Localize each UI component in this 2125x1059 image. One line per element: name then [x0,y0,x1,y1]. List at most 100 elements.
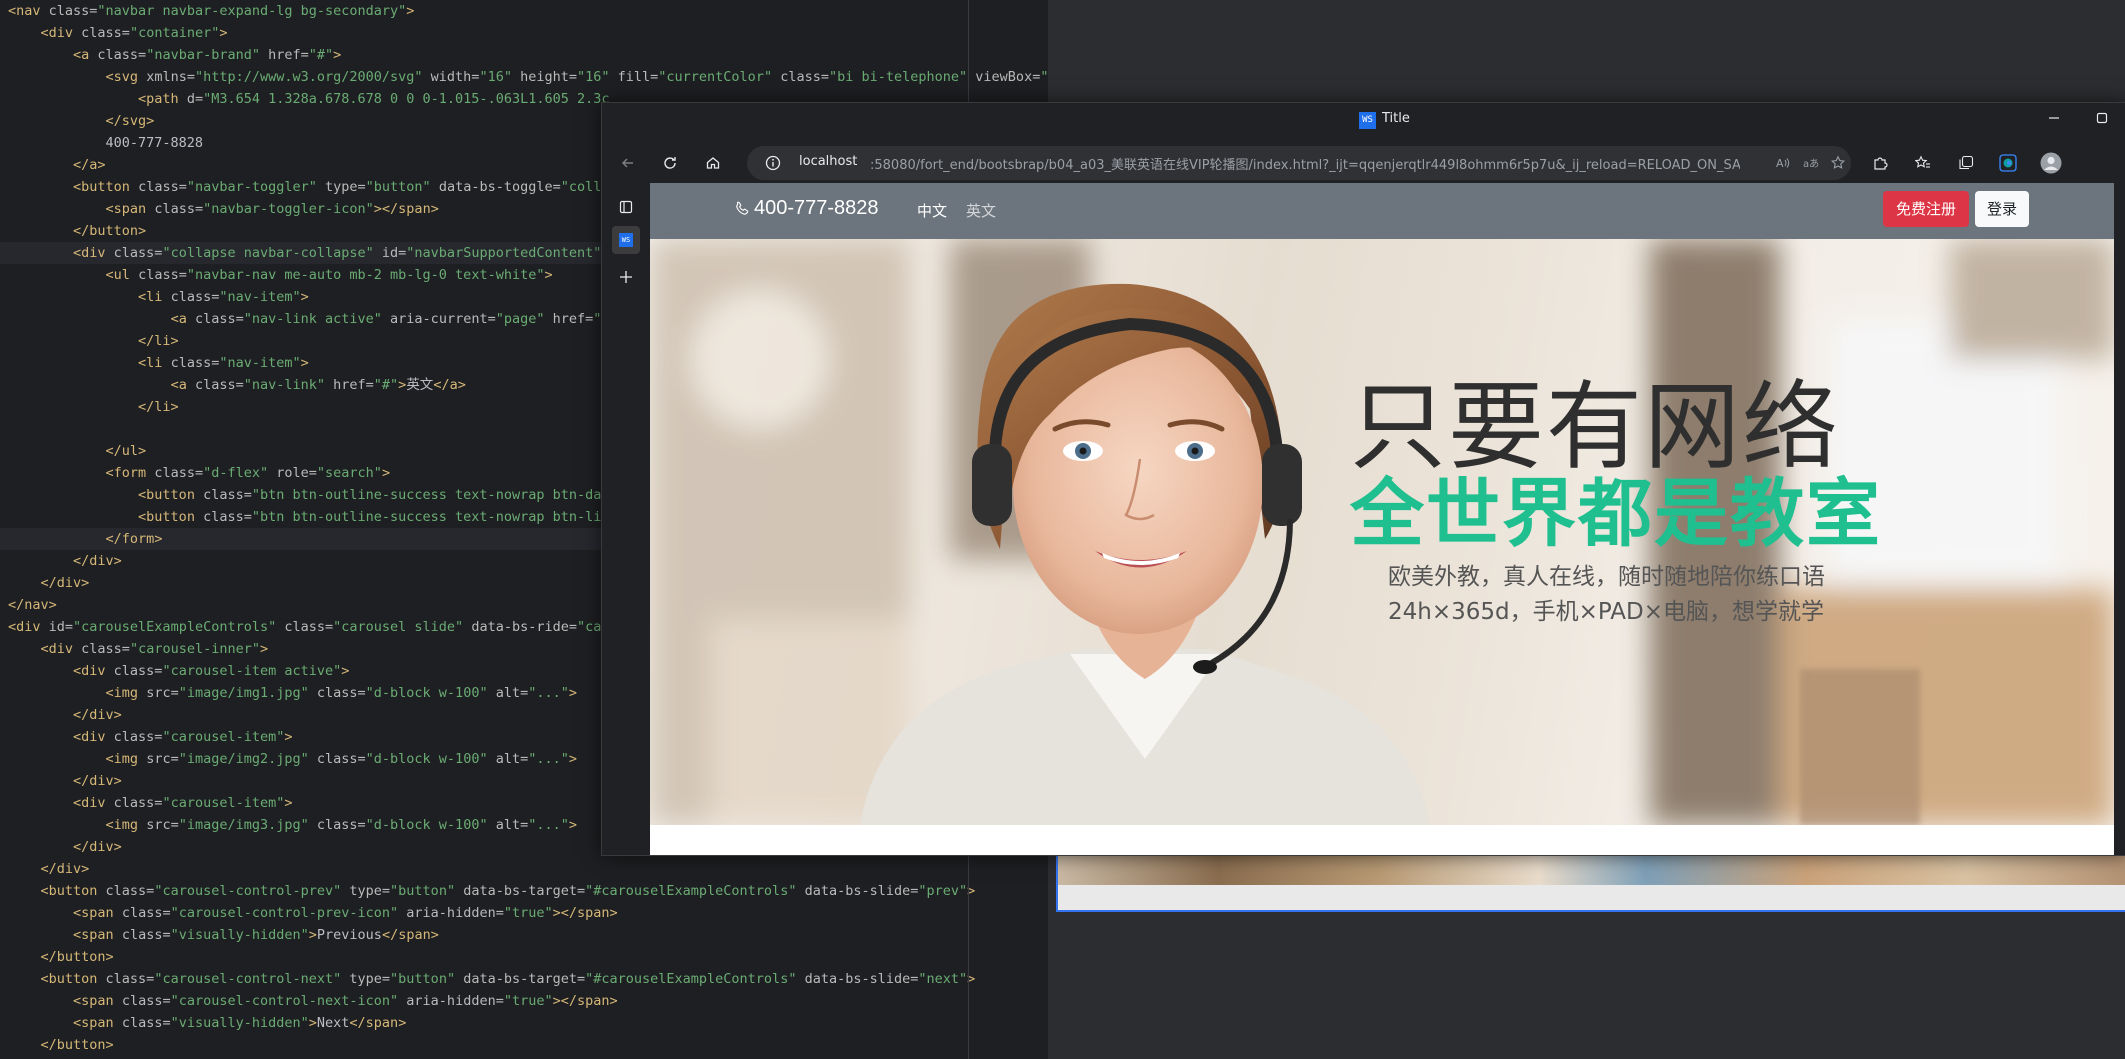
code-token: d= [186,91,204,107]
code-line[interactable]: </button> [0,946,1050,968]
code-token: <button [138,487,204,503]
translate-button[interactable]: aあ [1797,149,1825,177]
home-button[interactable] [699,149,727,177]
code-token: <div [40,25,82,41]
tab-actions-icon [619,200,633,214]
code-token: <path [138,91,187,107]
code-token: "nav-item" [219,355,301,371]
navbar-brand[interactable]: 400-777-8828 [734,197,879,220]
code-line[interactable]: <span class="visually-hidden">Previous</… [0,924,1050,946]
free-register-button[interactable]: 免费注册 [1883,191,1969,227]
code-token: <a [73,47,98,63]
code-token: data-bs-toggle= [438,179,561,195]
add-favorite-button[interactable] [1824,149,1852,177]
site-info-icon[interactable] [765,155,781,171]
code-token: Previous [316,927,382,943]
code-token: id= [381,245,407,261]
tab-actions-button[interactable] [612,193,640,221]
translate-icon: aあ [1803,158,1819,170]
refresh-icon [664,157,676,169]
code-token: aria-hidden= [406,993,504,1009]
favorites-button[interactable] [1909,149,1937,177]
code-line[interactable]: <button class="carousel-control-prev" ty… [0,880,1050,902]
code-line[interactable]: </div> [0,858,1050,880]
url-path: :58080/fort_end/bootsbrap/b04_a03_美联英语在线… [870,158,1740,173]
code-token: > [406,3,415,19]
code-token: </button> [40,949,114,965]
code-token: class= [170,289,220,305]
code-token: "image/img1.jpg" [178,685,317,701]
code-token: class= [203,509,252,525]
code-token: <div [8,619,49,635]
title-bar[interactable]: WS Title [602,103,2125,141]
code-token: data-bs-target= [463,883,586,899]
collections-button[interactable] [1952,149,1980,177]
code-token: width= [430,69,480,85]
tab-title[interactable]: WS [612,226,640,254]
code-token: "carousel-control-next-icon" [170,993,407,1009]
site-navbar: 400-777-8828 中文 英文 免费注册 登录 [650,183,2114,239]
code-line[interactable]: <nav class="navbar navbar-expand-lg bg-s… [0,0,1050,22]
brand-phone-number: 400-777-8828 [754,197,879,219]
code-token: data-bs-ride= [471,619,577,635]
minimize-button[interactable] [2042,109,2066,133]
code-line[interactable]: <div class="container"> [0,22,1050,44]
nav-link-chinese[interactable]: 中文 [917,200,947,221]
code-token: data-bs-target= [463,971,586,987]
code-token: class= [316,817,366,833]
code-token: <span [73,927,122,943]
address-bar[interactable]: localhost :58080/fort_end/bootsbrap/b04_… [747,146,1851,180]
browser-toolbar: localhost :58080/fort_end/bootsbrap/b04_… [602,141,2125,185]
code-line[interactable]: <button class="carousel-control-next" ty… [0,968,1050,990]
extensions-button[interactable] [1866,149,1894,177]
code-token: <img [105,817,147,833]
code-token: <a [170,377,195,393]
code-token: class= [48,3,98,19]
code-token: ></span> [552,905,618,921]
code-token: class= [154,201,204,217]
new-tab-button[interactable] [612,263,640,291]
code-token: </div> [73,839,122,855]
code-line[interactable]: <span class="carousel-control-prev-icon"… [0,902,1050,924]
maximize-button[interactable] [2090,109,2114,133]
code-token: "nav-link active" [243,311,391,327]
code-token: <button [73,179,139,195]
nav-link-english[interactable]: 英文 [966,200,996,221]
profile-button[interactable] [2037,149,2065,177]
back-button[interactable] [614,149,642,177]
code-token: </div> [40,575,90,591]
code-token: </div> [40,861,90,877]
collections-icon [1959,155,1974,170]
read-aloud-button[interactable]: A [1769,149,1797,177]
edge-logo-icon [1999,154,2017,172]
edge-sidebar-button[interactable] [1994,149,2022,177]
telephone-icon [736,201,749,215]
code-line[interactable]: </button> [0,1034,1050,1056]
code-line[interactable]: <a class="navbar-brand" href="#"> [0,44,1050,66]
login-button[interactable]: 登录 [1975,191,2029,227]
refresh-button[interactable] [656,149,684,177]
carousel[interactable]: 只要有网络 全世界都是教室 欧美外教，真人在线，随时随地陪你练口语 24h×36… [650,239,2114,825]
code-line[interactable]: <span class="carousel-control-next-icon"… [0,990,1050,1012]
code-token: height= [520,69,577,85]
code-token: </a> [433,377,466,393]
code-line[interactable]: <span class="visually-hidden">Next</span… [0,1012,1050,1034]
code-line[interactable]: <svg xmlns="http://www.w3.org/2000/svg" … [0,66,1050,88]
code-token: > [544,267,553,283]
favorites-star-icon [1915,155,1930,168]
